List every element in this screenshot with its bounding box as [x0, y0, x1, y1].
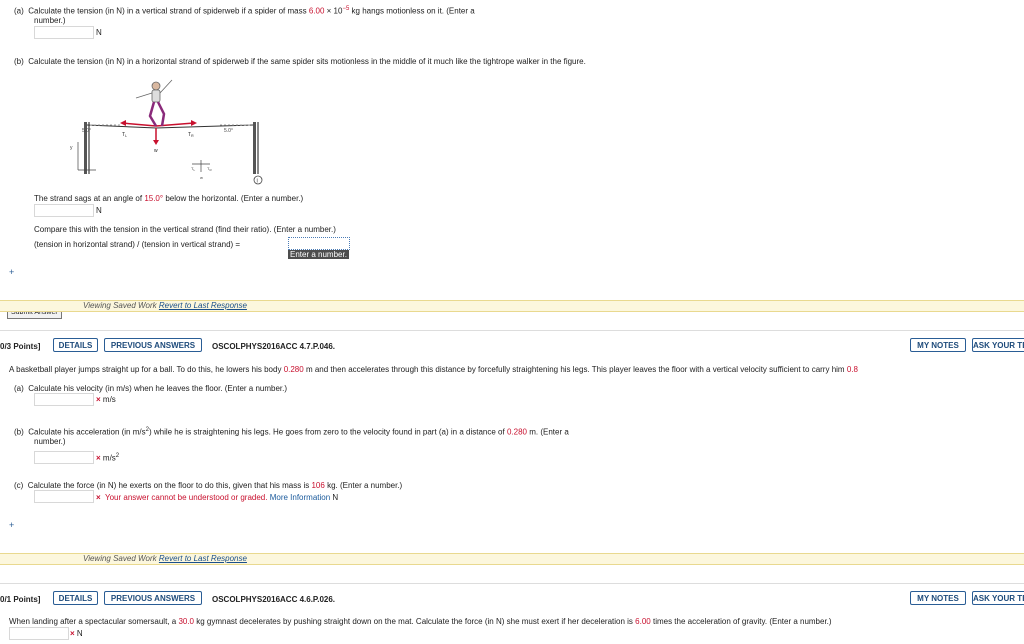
- incorrect-icon: ×: [96, 453, 101, 463]
- q1-b-answer-input[interactable]: [34, 204, 94, 217]
- q2-details-button[interactable]: DETAILS: [53, 338, 98, 352]
- add-icon[interactable]: +: [9, 520, 14, 530]
- question-text: Calculate the tension (in N) in a vertic…: [28, 6, 307, 16]
- right-pole: [253, 122, 256, 174]
- fbd-tl-label: TL: [191, 166, 195, 172]
- q2-a-answer-input[interactable]: [34, 393, 94, 406]
- q1-ratio-label: (tension in horizontal strand) / (tensio…: [34, 240, 241, 249]
- incorrect-icon: ×: [70, 629, 75, 638]
- right-pole: [257, 122, 259, 174]
- q3-answer-input[interactable]: [9, 627, 69, 640]
- saved-work-label: Viewing Saved Work Revert to Last Respon…: [83, 301, 247, 310]
- q2-part-b-text: (b) Calculate his acceleration (in m/s2)…: [14, 427, 569, 437]
- more-information-link[interactable]: More Information: [270, 493, 330, 502]
- part-label: (a): [14, 6, 24, 16]
- error-message: Your answer cannot be understood or grad…: [104, 493, 268, 502]
- q2-b-answer-input[interactable]: [34, 451, 94, 464]
- q2-stem: A basketball player jumps straight up fo…: [9, 365, 858, 374]
- question-text: below the horizontal. (Enter a number.): [165, 194, 304, 203]
- add-icon[interactable]: +: [9, 267, 14, 277]
- q3-my-notes-button[interactable]: MY NOTES: [910, 591, 966, 605]
- q2-my-notes-button[interactable]: MY NOTES: [910, 338, 966, 352]
- incorrect-icon: ×: [96, 395, 101, 404]
- svg-text:i: i: [257, 179, 258, 185]
- q3-mass: 30.0: [178, 617, 195, 626]
- q2-ask-teacher-button[interactable]: ASK YOUR TEACHER: [972, 338, 1024, 352]
- q2-a-result: × m/s: [96, 395, 116, 404]
- q3-result: × N: [70, 629, 83, 638]
- q2-c-result: × Your answer cannot be understood or gr…: [96, 493, 339, 502]
- saved-work-bar: Viewing Saved Work Revert to Last Respon…: [0, 300, 1024, 312]
- q2-c-answer-input[interactable]: [34, 490, 94, 503]
- incorrect-icon: ×: [96, 493, 101, 502]
- q2-part-a-text: (a) Calculate his velocity (in m/s) when…: [14, 384, 288, 393]
- divider: [0, 330, 1024, 331]
- q1-b-unit: N: [96, 206, 102, 215]
- info-icon: [253, 175, 263, 185]
- tightrope-walker: [135, 79, 173, 127]
- q1-ratio-input[interactable]: [288, 237, 350, 250]
- q2-previous-answers-button[interactable]: PREVIOUS ANSWERS: [104, 338, 202, 352]
- q2-part-c-text: (c) Calculate the force (in N) he exerts…: [14, 481, 403, 490]
- q1-sag-text: The strand sags at an angle of 15.0° bel…: [34, 194, 303, 203]
- q3-previous-answers-button[interactable]: PREVIOUS ANSWERS: [104, 591, 202, 605]
- q1-a-unit: N: [96, 28, 102, 37]
- q1-part-a-text-2: number.): [34, 16, 66, 25]
- question-text: The strand sags at an angle of: [34, 194, 143, 203]
- tr-label: TR: [188, 132, 194, 138]
- revert-link[interactable]: Revert to Last Response: [159, 554, 247, 563]
- q3-stem: When landing after a spectacular somersa…: [9, 617, 832, 626]
- tension-left-arrow: [121, 122, 157, 127]
- tl-label: TL: [122, 132, 127, 138]
- part-label: (b): [14, 57, 24, 66]
- q1-a-answer-input[interactable]: [34, 26, 94, 39]
- fbd-w-label: w: [200, 175, 203, 180]
- saved-work-bar: Viewing Saved Work Revert to Last Respon…: [0, 553, 1024, 565]
- q3-details-button[interactable]: DETAILS: [53, 591, 98, 605]
- w-label: w: [154, 148, 158, 154]
- tightrope-figure: 5.0° 5.0° TL TR w y TL TR w i: [70, 79, 263, 185]
- q2-b-distance: 0.280: [506, 427, 527, 437]
- question-text: Calculate the tension (in N) in a horizo…: [28, 57, 586, 66]
- q3-factor: 6.00: [635, 617, 651, 626]
- question-text: kg hangs motionless on it. (Enter a: [351, 6, 475, 16]
- q2-distance: 0.280: [283, 365, 304, 374]
- q1-part-a-text: (a) Calculate the tension (in N) in a ve…: [14, 6, 475, 16]
- mass-value: 6.00: [308, 6, 325, 16]
- q2-c-mass: 106: [311, 481, 325, 490]
- q1-compare-text: Compare this with the tension in the ver…: [34, 225, 336, 234]
- q2-b-result: × m/s2: [96, 453, 120, 463]
- q1-part-b-text: (b) Calculate the tension (in N) in a ho…: [14, 57, 586, 66]
- q3-points: 0/1 Points]: [0, 595, 41, 604]
- fbd-tr-label: TR: [207, 166, 212, 172]
- revert-link[interactable]: Revert to Last Response: [159, 301, 247, 310]
- input-tooltip: Enter a number.: [288, 250, 349, 259]
- q2-part-b-text-2: number.): [34, 437, 66, 446]
- q3-ask-teacher-button[interactable]: ASK YOUR TEACHER: [972, 591, 1024, 605]
- times-sign: ×: [326, 6, 332, 16]
- exponent: −5: [342, 6, 350, 12]
- q3-problem-id: OSCOLPHYS2016ACC 4.6.P.026.: [212, 595, 336, 604]
- divider: [0, 583, 1024, 584]
- q2-problem-id: OSCOLPHYS2016ACC 4.7.P.046.: [212, 342, 336, 351]
- angle-right-label: 5.0°: [224, 128, 233, 134]
- y-axis-label: y: [70, 145, 73, 151]
- sag-angle: 15.0°: [144, 194, 164, 203]
- q2-points: 0/3 Points]: [0, 342, 41, 351]
- saved-work-label: Viewing Saved Work Revert to Last Respon…: [83, 554, 247, 563]
- angle-left-label: 5.0°: [82, 128, 91, 134]
